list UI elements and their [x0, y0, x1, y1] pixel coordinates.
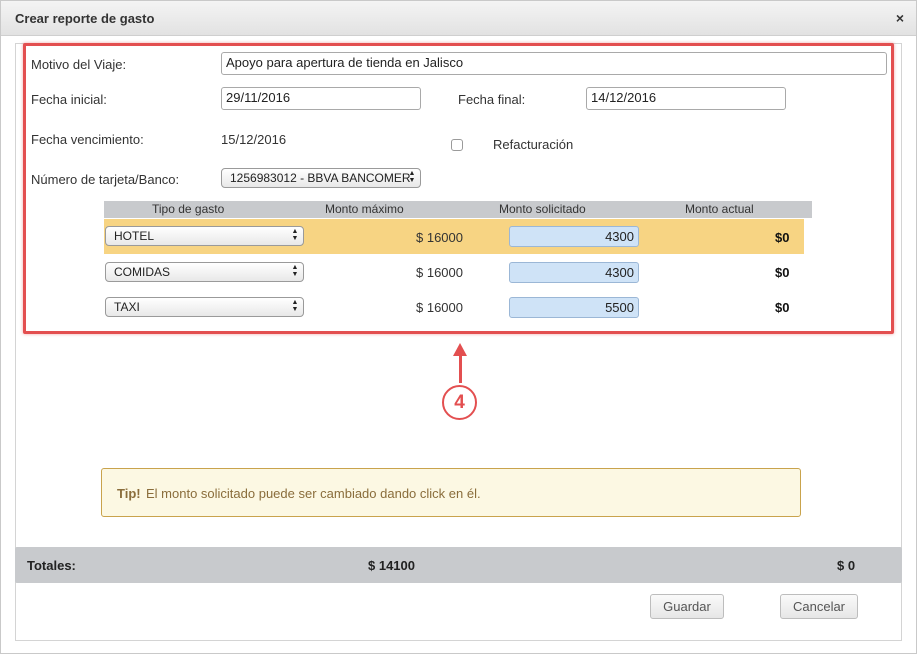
totals-label: Totales: — [27, 558, 76, 573]
dialog-titlebar: Crear reporte de gasto × — [1, 1, 916, 36]
close-icon[interactable]: × — [896, 10, 904, 26]
tip-title: Tip! — [117, 486, 141, 501]
annotation-highlight-box — [23, 43, 894, 334]
totals-solicitado: $ 14100 — [368, 558, 415, 573]
dialog-title: Crear reporte de gasto — [15, 11, 155, 26]
expense-report-dialog: Crear reporte de gasto × Motivo del Viaj… — [0, 0, 917, 654]
save-button[interactable]: Guardar — [650, 594, 724, 619]
tip-alert: Tip! El monto solicitado puede ser cambi… — [101, 468, 801, 517]
tip-text: El monto solicitado puede ser cambiado d… — [146, 486, 481, 501]
totals-actual: $ 0 — [837, 558, 856, 573]
step-number-badge: 4 — [442, 385, 477, 420]
annotation-arrow-line — [459, 353, 462, 383]
totals-bar: Totales: $ 14100 $ 0 — [15, 547, 902, 583]
cancel-button[interactable]: Cancelar — [780, 594, 858, 619]
